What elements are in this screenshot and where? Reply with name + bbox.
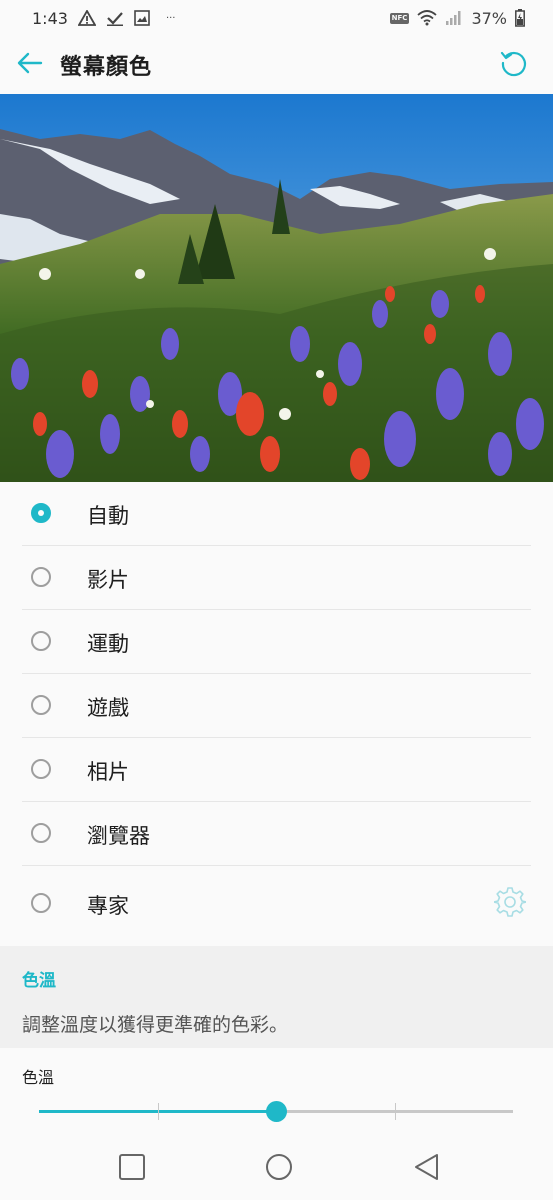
option-browser[interactable]: 瀏覽器 — [0, 802, 553, 866]
back-button[interactable] — [12, 47, 48, 83]
color-temperature-slider-area: 色溫 — [0, 1048, 553, 1138]
option-sports[interactable]: 運動 — [0, 610, 553, 674]
option-label: 自動 — [87, 504, 129, 528]
arrow-left-icon — [17, 52, 43, 78]
section-title: 色溫 — [22, 971, 56, 991]
option-auto[interactable]: 自動 — [0, 482, 553, 546]
reset-icon — [498, 47, 530, 83]
check-icon — [106, 10, 124, 26]
radio-unselected[interactable] — [31, 631, 51, 651]
navigation-bar — [0, 1138, 553, 1200]
warning-icon — [77, 10, 96, 26]
home-button[interactable] — [262, 1152, 296, 1186]
recent-apps-button[interactable] — [115, 1152, 149, 1186]
radio-selected[interactable] — [31, 503, 51, 523]
option-label: 相片 — [87, 760, 129, 784]
color-mode-list: 自動 影片 運動 遊戲 相片 瀏覽器 專家 — [0, 482, 553, 942]
option-label: 遊戲 — [87, 696, 129, 720]
nfc-icon: NFC — [389, 12, 410, 24]
signal-icon — [445, 10, 463, 26]
battery-percent: 37% — [471, 8, 507, 28]
option-photo[interactable]: 相片 — [0, 738, 553, 802]
page-title: 螢幕顏色 — [60, 55, 153, 80]
option-label: 專家 — [87, 894, 129, 918]
battery-icon — [515, 9, 525, 27]
section-description: 調整溫度以獲得更準確的色彩。 — [22, 1014, 289, 1036]
color-temperature-section: 色溫 調整溫度以獲得更準確的色彩。 — [0, 946, 553, 1048]
option-label: 運動 — [87, 632, 129, 656]
reset-button[interactable] — [495, 46, 533, 84]
slider-label: 色溫 — [22, 1068, 55, 1087]
radio-unselected[interactable] — [31, 567, 51, 587]
slider-tick — [157, 1103, 159, 1120]
square-icon — [118, 1153, 146, 1185]
slider-thumb[interactable] — [266, 1101, 287, 1122]
circle-icon — [265, 1153, 293, 1185]
back-nav-button[interactable] — [409, 1152, 443, 1186]
option-label: 瀏覽器 — [87, 824, 150, 848]
option-label: 影片 — [87, 568, 129, 592]
status-left: 1:43 ··· — [32, 0, 175, 36]
triangle-back-icon — [412, 1153, 440, 1185]
radio-unselected[interactable] — [31, 695, 51, 715]
gear-icon — [493, 886, 527, 922]
radio-unselected[interactable] — [31, 759, 51, 779]
wifi-icon — [417, 10, 438, 26]
option-expert[interactable]: 專家 — [0, 866, 553, 942]
status-right: NFC 37% — [389, 0, 525, 36]
radio-unselected[interactable] — [31, 893, 51, 913]
status-bar: 1:43 ··· NFC 37% — [0, 0, 553, 36]
option-game[interactable]: 遊戲 — [0, 674, 553, 738]
preview-image — [0, 94, 553, 482]
color-temperature-slider[interactable] — [39, 1101, 513, 1122]
status-time: 1:43 — [32, 8, 68, 28]
option-video[interactable]: 影片 — [0, 546, 553, 610]
slider-tick — [394, 1103, 396, 1120]
expert-settings-button[interactable] — [493, 887, 527, 921]
image-icon — [134, 10, 150, 26]
landscape-illustration — [0, 94, 553, 482]
more-indicator: ··· — [165, 12, 176, 24]
radio-unselected[interactable] — [31, 823, 51, 843]
app-bar: 螢幕顏色 — [0, 36, 553, 94]
